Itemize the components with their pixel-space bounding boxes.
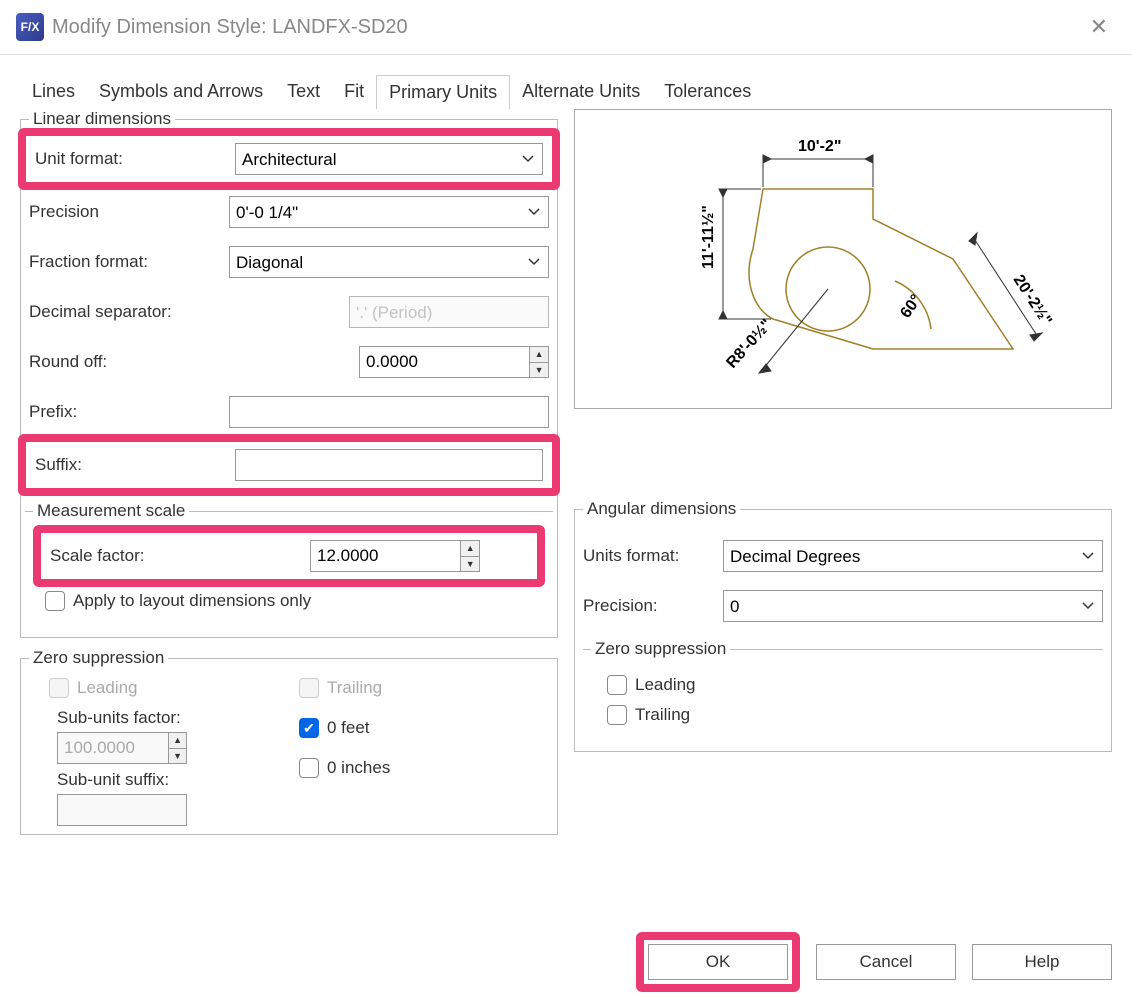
round-off-input[interactable]	[359, 346, 529, 378]
zero-inches-label: 0 inches	[327, 758, 390, 778]
dimension-preview: 10'-2" 11'-11½" 20'-2½" 60° R8'-0½"	[574, 109, 1112, 409]
title-bar: F/X Modify Dimension Style: LANDFX-SD20 …	[0, 0, 1132, 55]
linear-dimensions-group: Linear dimensions Unit format: Architect…	[20, 109, 558, 638]
tab-fit[interactable]: Fit	[332, 75, 376, 109]
angular-units-format-label: Units format:	[583, 546, 723, 566]
tab-alternate-units[interactable]: Alternate Units	[510, 75, 652, 109]
angular-trailing-label: Trailing	[635, 705, 690, 725]
zero-feet-checkbox[interactable]: ✔	[299, 718, 319, 738]
highlight-unit-format: Unit format: Architectural	[18, 128, 560, 190]
measurement-scale-group: Measurement scale Scale factor: ▲▼	[25, 501, 553, 629]
leading-checkbox	[49, 678, 69, 698]
cancel-button[interactable]: Cancel	[816, 944, 956, 980]
trailing-checkbox	[299, 678, 319, 698]
tabs: Lines Symbols and Arrows Text Fit Primar…	[20, 75, 1112, 109]
precision-label: Precision	[29, 202, 229, 222]
svg-text:20'-2½": 20'-2½"	[1010, 272, 1055, 329]
trailing-label: Trailing	[327, 678, 382, 698]
angular-leading-checkbox[interactable]	[607, 675, 627, 695]
apply-layout-label: Apply to layout dimensions only	[73, 591, 311, 611]
help-button[interactable]: Help	[972, 944, 1112, 980]
subunits-factor-input	[57, 732, 168, 764]
tab-primary-units[interactable]: Primary Units	[376, 75, 510, 109]
unit-format-select[interactable]: Architectural	[235, 143, 543, 175]
dialog-buttons: OK Cancel Help	[636, 932, 1112, 992]
svg-text:60°: 60°	[897, 292, 925, 322]
measurement-legend: Measurement scale	[33, 501, 189, 521]
zero-suppression-group: Zero suppression Leading Sub-units facto…	[20, 648, 558, 835]
angular-zero-suppression-group: Zero suppression Leading Trailing	[583, 639, 1103, 743]
scale-factor-input[interactable]	[310, 540, 460, 572]
svg-text:11'-11½": 11'-11½"	[700, 205, 717, 269]
prefix-label: Prefix:	[29, 402, 229, 422]
angular-precision-select[interactable]: 0	[723, 590, 1103, 622]
prefix-input[interactable]	[229, 396, 549, 428]
angular-zs-legend: Zero suppression	[591, 639, 730, 659]
linear-legend: Linear dimensions	[29, 109, 175, 129]
subunits-factor-spinner: ▲▼	[168, 732, 187, 764]
svg-text:10'-2": 10'-2"	[798, 138, 841, 155]
unit-format-label: Unit format:	[35, 149, 235, 169]
suffix-label: Suffix:	[35, 455, 235, 475]
tab-text[interactable]: Text	[275, 75, 332, 109]
app-icon: F/X	[16, 13, 44, 41]
tab-symbols-arrows[interactable]: Symbols and Arrows	[87, 75, 275, 109]
zero-suppression-legend: Zero suppression	[29, 648, 168, 668]
angular-leading-label: Leading	[635, 675, 696, 695]
angular-dimensions-group: Angular dimensions Units format: Decimal…	[574, 499, 1112, 752]
round-off-label: Round off:	[29, 352, 229, 372]
tab-lines[interactable]: Lines	[20, 75, 87, 109]
fraction-format-label: Fraction format:	[29, 252, 229, 272]
window-title: Modify Dimension Style: LANDFX-SD20	[52, 16, 1082, 39]
fraction-format-select[interactable]: Diagonal	[229, 246, 549, 278]
decimal-separator-label: Decimal separator:	[29, 302, 229, 322]
highlight-ok: OK	[636, 932, 800, 992]
highlight-suffix: Suffix:	[18, 434, 560, 496]
subunit-suffix-input	[57, 794, 187, 826]
suffix-input[interactable]	[235, 449, 543, 481]
subunits-factor-label: Sub-units factor:	[57, 708, 279, 728]
angular-trailing-checkbox[interactable]	[607, 705, 627, 725]
zero-inches-checkbox[interactable]	[299, 758, 319, 778]
leading-label: Leading	[77, 678, 138, 698]
scale-factor-label: Scale factor:	[50, 546, 310, 566]
subunit-suffix-label: Sub-unit suffix:	[57, 770, 279, 790]
scale-factor-spinner[interactable]: ▲▼	[460, 540, 480, 572]
precision-select[interactable]: 0'-0 1/4"	[229, 196, 549, 228]
ok-button[interactable]: OK	[648, 944, 788, 980]
angular-legend: Angular dimensions	[583, 499, 740, 519]
round-off-spinner[interactable]: ▲▼	[529, 346, 549, 378]
highlight-scale-factor: Scale factor: ▲▼	[33, 525, 545, 587]
tab-tolerances[interactable]: Tolerances	[652, 75, 763, 109]
angular-precision-label: Precision:	[583, 596, 723, 616]
apply-layout-checkbox[interactable]	[45, 591, 65, 611]
decimal-separator-select: '.' (Period)	[349, 296, 549, 328]
close-icon[interactable]: ✕	[1082, 10, 1116, 44]
angular-units-format-select[interactable]: Decimal Degrees	[723, 540, 1103, 572]
zero-feet-label: 0 feet	[327, 718, 370, 738]
